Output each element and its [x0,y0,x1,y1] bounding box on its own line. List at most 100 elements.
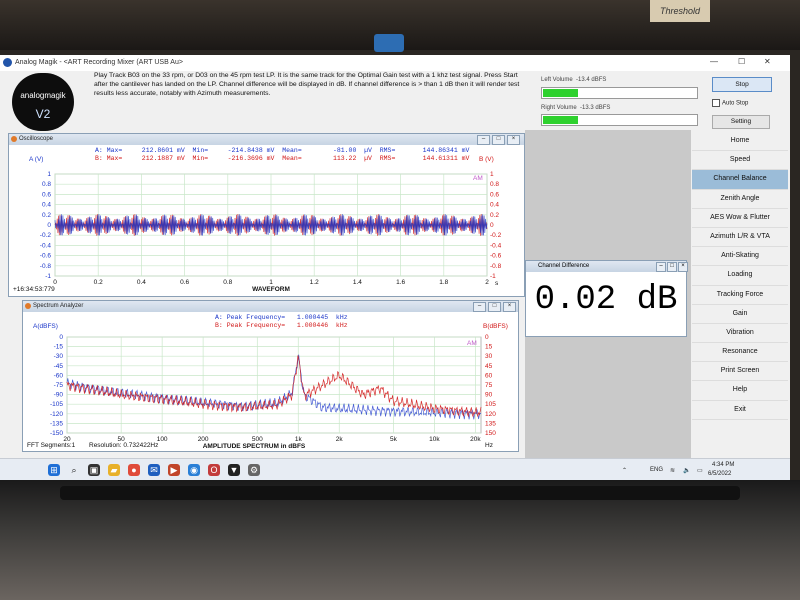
side-menu: Home Speed Channel Balance Zenith Angle … [692,132,788,420]
menu-item-resonance[interactable]: Resonance [692,343,788,363]
spectrum-plot: 0 0 -15 15 -30 30 -45 45 -60 60 -75 75 -90 90 -105 105 -… [27,334,496,449]
x-tick-label: 10k [429,436,440,443]
channel-difference-title: Channel Difference [538,263,590,269]
am-label: AM [467,340,477,347]
y-tick-label-right: 90 [485,392,493,399]
y-tick-label-left: 0 [59,334,63,341]
x-tick-label: 1.8 [439,279,448,286]
menu-item-exit[interactable]: Exit [692,401,788,420]
x-axis-title: AMPLITUDE SPECTRUM in dBFS [203,443,306,449]
checkbox-box-icon[interactable] [712,99,720,107]
setting-button[interactable]: Setting [712,115,770,129]
y-tick-label-right: 1 [490,171,494,178]
browser-icon[interactable]: ◉ [188,464,200,476]
y-tick-label-left: -0.2 [40,232,52,239]
menu-item-channel-balance[interactable]: Channel Balance [692,170,788,190]
file-explorer-icon[interactable]: ▰ [108,464,120,476]
menu-item-aes-wow-flutter[interactable]: AES Wow & Flutter [692,209,788,228]
battery-icon[interactable]: ▭ [697,467,703,474]
y-tick-label-right: 0.8 [490,181,499,188]
close-icon[interactable]: × [678,262,688,272]
app-title: Analog Magik - <ART Recording Mixer (ART… [15,59,183,66]
x-axis-title: WAVEFORM [252,286,290,293]
x-tick-label: 0.8 [223,279,232,286]
minimize-icon[interactable]: – [477,135,490,145]
task-view-icon[interactable]: ▣ [88,464,100,476]
menu-item-tracking-force[interactable]: Tracking Force [692,286,788,305]
tray-chevron-icon[interactable]: ⌃ [622,467,627,474]
search-icon[interactable]: ⌕ [68,464,80,476]
menu-item-anti-skating[interactable]: Anti-Skating [692,247,788,267]
menu-item-speed[interactable]: Speed [692,151,788,171]
peak-frequency-b: B: Peak Frequency= 1.000446 kHz [215,322,348,329]
spectrum-window: Spectrum Analyzer – □ × A: Peak Frequenc… [22,300,519,452]
menu-item-azimuth-vta[interactable]: Azimuth L/R & VTA [692,228,788,248]
menu-item-print-screen[interactable]: Print Screen [692,362,788,382]
alienware-icon[interactable]: ▼ [228,464,240,476]
timestamp: +16:34:53:779 [13,286,55,293]
y-tick-label-left: -105 [50,401,63,408]
window-app-icon [11,136,17,142]
office-icon[interactable]: ● [128,464,140,476]
close-icon[interactable]: × [507,135,520,145]
language-indicator[interactable]: ENG [650,467,663,473]
y-tick-label-left: 0 [47,222,51,229]
auto-stop-checkbox[interactable]: Auto Stop [712,99,748,107]
clock-time[interactable]: 4:34 PM [712,462,734,468]
minimize-icon[interactable]: – [656,262,666,272]
laptop-hinge [60,486,740,500]
settings-gear-icon[interactable]: ⚙ [248,464,260,476]
y-tick-label-left: -150 [50,430,63,437]
opera-icon[interactable]: O [208,464,220,476]
menu-item-help[interactable]: Help [692,381,788,401]
volume-icon[interactable]: 🔈 [683,467,690,474]
oscilloscope-plot: 1 1 0.8 0.8 0.6 0.6 0.4 0.4 0.2 0.2 0 0 -0.2 -0.2 -0.4… [13,171,502,293]
y-tick-label-right: 60 [485,372,493,379]
x-tick-label: 200 [198,436,209,443]
menu-item-home[interactable]: Home [692,132,788,152]
media-player-icon[interactable]: ▶ [168,464,180,476]
y-tick-label-right: 75 [485,382,493,389]
menu-item-gain[interactable]: Gain [692,305,788,324]
stop-button[interactable]: Stop [712,77,772,92]
clock-date[interactable]: 6/5/2022 [708,471,731,477]
maximize-icon[interactable]: □ [488,302,501,312]
y-tick-label-left: -0.6 [40,253,52,260]
minimize-icon[interactable]: – [473,302,486,312]
right-volume-fill [543,116,579,124]
x-tick-label: 100 [157,436,168,443]
menu-item-vibration[interactable]: Vibration [692,324,788,344]
minimize-icon[interactable]: — [710,57,718,66]
x-tick-label: 0.6 [180,279,189,286]
oscilloscope-window: Oscilloscope – □ × A: Max= 212.8601 mV M… [8,133,525,297]
y-tick-label-left: 0.6 [42,191,51,198]
y-tick-label-left: 0.2 [42,212,51,219]
maximize-icon[interactable]: □ [492,135,505,145]
wifi-icon[interactable]: ≋ [670,467,675,474]
y-tick-label-left: -1 [45,273,51,280]
close-icon[interactable]: ✕ [764,57,771,66]
y-tick-label-right: 150 [485,430,496,437]
maximize-icon[interactable]: ☐ [738,57,745,66]
x-tick-label: 0 [53,279,57,286]
x-tick-label: 1.6 [396,279,405,286]
y-tick-label-left: 1 [47,171,51,178]
x-tick-label: 2k [336,436,344,443]
right-volume-label: Right Volume -13.3 dBFS [541,105,611,111]
channel-b-stats: B: Max= 212.1887 mV Min= -216.3696 mV Me… [95,155,470,162]
logo-text: analogmagik [20,91,66,100]
close-icon[interactable]: × [503,302,516,312]
mail-icon[interactable]: ✉ [148,464,160,476]
y-tick-label-left: -0.4 [40,242,52,249]
spectrum-title-bar: Spectrum Analyzer – □ × [23,301,518,312]
spectrum-title: Spectrum Analyzer [33,303,84,309]
osc-right-axis-label: B (V) [479,156,494,163]
peak-frequency-a: A: Peak Frequency= 1.000445 kHz [215,314,348,321]
y-tick-label-left: -135 [50,420,63,427]
menu-item-loading[interactable]: Loading [692,266,788,286]
menu-item-zenith-angle[interactable]: Zenith Angle [692,190,788,209]
maximize-icon[interactable]: □ [667,262,677,272]
oscilloscope-title: Oscilloscope [19,136,54,142]
x-unit-label: s [495,280,499,287]
start-icon[interactable]: ⊞ [48,464,60,476]
